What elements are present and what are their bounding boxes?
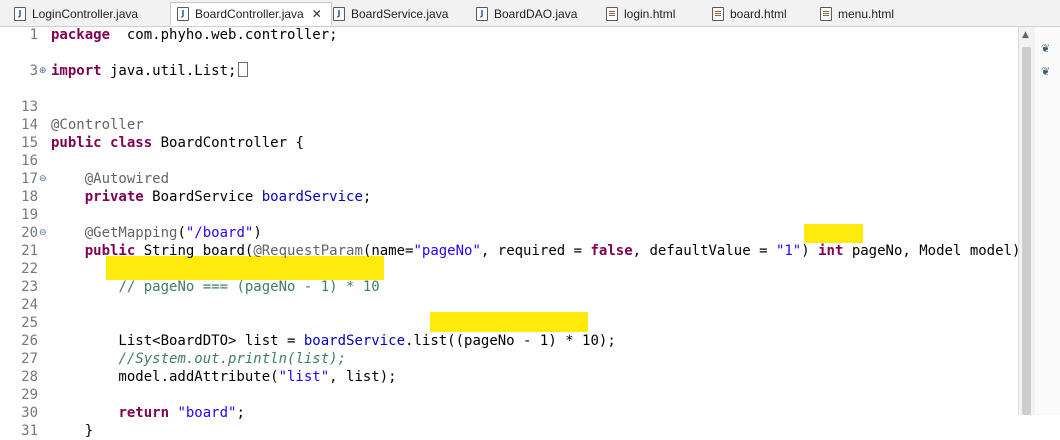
tab-label: login.html — [624, 7, 676, 21]
code-text: public String board(@RequestParam(name="… — [84, 243, 1038, 259]
editor-tab-bar: J LoginController.java J BoardController… — [0, 0, 1060, 27]
code-line[interactable]: 25 — [0, 314, 1018, 332]
tab-login-controller[interactable]: J LoginController.java — [14, 3, 138, 25]
line-number: 20 — [21, 225, 38, 241]
java-file-icon: J — [14, 7, 26, 21]
code-text: @Controller — [51, 117, 144, 133]
code-text: public class BoardController { — [51, 135, 304, 151]
code-text: //System.out.println(list); — [118, 351, 347, 367]
line-number: 13 — [21, 99, 38, 115]
line-number: 27 — [21, 351, 38, 367]
java-file-icon: J — [333, 7, 345, 21]
outline-side-pane: ❦ ❦ — [1035, 27, 1060, 415]
code-line[interactable]: 31 } — [0, 422, 1018, 440]
line-number: 24 — [21, 297, 38, 313]
code-line[interactable]: 29 — [0, 386, 1018, 404]
code-editor[interactable]: 1 package com.phyho.web.controller; 3 ⊕ impo… — [0, 26, 1037, 439]
code-text: package com.phyho.web.controller; — [51, 27, 338, 43]
line-number: 26 — [21, 333, 38, 349]
line-number: 17 — [21, 171, 38, 187]
code-line[interactable]: 23 // pageNo === (pageNo - 1) * 10 — [0, 278, 1018, 296]
line-number: 21 — [21, 243, 38, 259]
tab-label: BoardService.java — [351, 7, 449, 21]
scroll-thumb[interactable] — [1022, 47, 1031, 415]
leaf-icon: ❦ — [1041, 42, 1051, 55]
code-text: return "board"; — [118, 405, 245, 421]
code-text: @GetMapping("/board") — [84, 225, 262, 241]
code-line[interactable]: 26 List<BoardDTO> list = boardService.li… — [0, 332, 1018, 350]
line-number: 18 — [21, 189, 38, 205]
close-icon[interactable]: ✕ — [312, 7, 322, 21]
tab-board-dao[interactable]: J BoardDAO.java — [476, 3, 577, 25]
tab-board-html[interactable]: board.html — [712, 3, 787, 25]
code-line[interactable]: 27 //System.out.println(list); — [0, 350, 1018, 368]
tab-menu-html[interactable]: menu.html — [820, 3, 894, 25]
collapse-fold-icon[interactable]: ⊖ — [39, 229, 47, 238]
tab-label: BoardController.java — [195, 7, 304, 21]
folded-imports-icon[interactable] — [238, 62, 249, 77]
code-line[interactable]: 21 public String board(@RequestParam(nam… — [0, 242, 1037, 260]
tab-label: menu.html — [838, 7, 895, 21]
tab-board-service[interactable]: J BoardService.java — [333, 3, 448, 25]
tab-login-html[interactable]: login.html — [606, 3, 675, 25]
scroll-up-icon[interactable]: ▲ — [1022, 30, 1029, 40]
code-line[interactable]: 19 — [0, 206, 1018, 224]
code-line[interactable]: 18 private BoardService boardService; — [0, 188, 1018, 206]
tab-board-controller[interactable]: J BoardController.java ✕ — [170, 2, 332, 26]
line-number: 29 — [21, 387, 38, 403]
line-number: 3 — [29, 63, 38, 79]
line-number: 28 — [21, 369, 38, 385]
line-number: 15 — [21, 135, 38, 151]
line-number: 1 — [29, 27, 38, 43]
line-number: 25 — [21, 315, 38, 331]
code-line[interactable]: 28 model.addAttribute("list", list); — [0, 368, 1018, 386]
tab-label: board.html — [730, 7, 787, 21]
collapse-fold-icon[interactable]: ⊖ — [39, 175, 47, 184]
code-text: } — [51, 423, 94, 439]
code-line[interactable]: 1 package com.phyho.web.controller; — [0, 26, 1018, 44]
java-file-icon: J — [476, 7, 488, 21]
code-text: model.addAttribute("list", list); — [51, 369, 397, 385]
html-file-icon — [712, 7, 724, 21]
code-text: // pageNo === (pageNo - 1) * 10 — [118, 279, 380, 295]
code-line[interactable]: 24 — [0, 296, 1018, 314]
code-line[interactable]: 17 ⊖ @Autowired — [0, 170, 1018, 188]
code-text: private BoardService boardService; — [84, 189, 372, 205]
html-file-icon — [820, 7, 832, 21]
line-number: 31 — [21, 423, 38, 439]
code-line[interactable]: 15 public class BoardController { — [0, 134, 1018, 152]
code-text: import java.util.List; — [51, 62, 249, 80]
code-line[interactable]: 13 — [0, 98, 1018, 116]
expand-fold-icon[interactable]: ⊕ — [39, 67, 47, 76]
code-line[interactable]: 20 ⊖ @GetMapping("/board") — [0, 224, 1018, 242]
line-number: 23 — [21, 279, 38, 295]
line-number: 22 — [21, 261, 38, 277]
code-line[interactable]: 16 — [0, 152, 1018, 170]
tab-label: LoginController.java — [32, 7, 139, 21]
code-line[interactable]: 14 @Controller — [0, 116, 1018, 134]
line-number: 16 — [21, 153, 38, 169]
leaf-icon: ❦ — [1041, 65, 1051, 78]
code-text: @Autowired — [84, 171, 170, 187]
code-line[interactable]: 22 — [0, 260, 1018, 278]
html-file-icon — [606, 7, 618, 21]
tab-label: BoardDAO.java — [494, 7, 578, 21]
line-number: 19 — [21, 207, 38, 223]
line-number: 30 — [21, 405, 38, 421]
code-line[interactable]: 30 return "board"; — [0, 404, 1018, 422]
code-line[interactable]: 3 ⊕ import java.util.List; — [0, 62, 1018, 80]
vertical-scrollbar[interactable]: ▲ — [1018, 27, 1035, 415]
line-number: 14 — [21, 117, 38, 133]
code-text: List<BoardDTO> list = boardService.list(… — [51, 333, 616, 349]
java-file-icon: J — [177, 7, 189, 21]
